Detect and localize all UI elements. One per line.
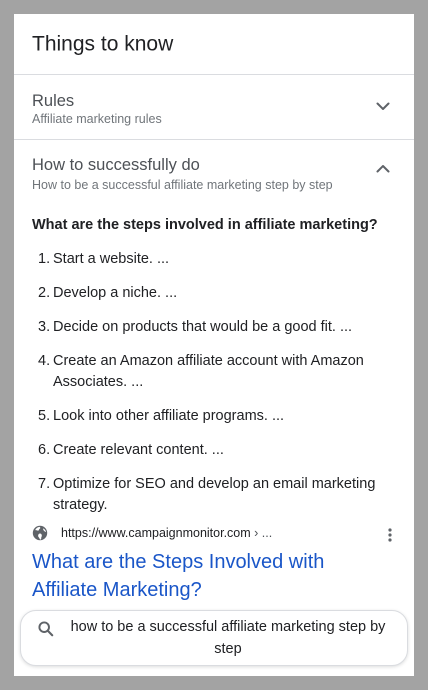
step-text: Develop a niche. ... xyxy=(53,285,178,301)
globe-icon xyxy=(32,525,48,541)
chevron-down-icon[interactable] xyxy=(374,97,392,115)
step-text: Decide on products that would be a good … xyxy=(53,319,353,335)
step-number: 1. xyxy=(38,251,51,267)
step-item: 4. Create an Amazon affiliate account wi… xyxy=(38,351,388,393)
step-number: 7. xyxy=(38,476,51,492)
accordion-item-how-to-successfully-do[interactable]: How to successfully do How to be a succe… xyxy=(14,140,414,200)
result-title-link[interactable]: What are the Steps Involved with Affilia… xyxy=(32,548,392,604)
step-text: Create relevant content. ... xyxy=(53,442,224,458)
step-item: 3. Decide on products that would be a go… xyxy=(38,317,388,338)
source-url[interactable]: https://www.campaignmonitor.com › ... xyxy=(61,527,272,540)
accordion-title: Rules xyxy=(32,92,75,110)
related-search-query: how to be a successful affiliate marketi… xyxy=(70,619,386,657)
step-text: Start a website. ... xyxy=(53,251,170,267)
source-domain: https://www.campaignmonitor.com xyxy=(61,525,251,540)
more-vert-icon[interactable] xyxy=(382,526,398,544)
section-title: Things to know xyxy=(32,32,174,56)
accordion-item-rules[interactable]: Rules Affiliate marketing rules xyxy=(14,74,414,139)
step-text: Look into other affiliate programs. ... xyxy=(53,408,285,424)
related-search-chip[interactable]: how to be a successful affiliate marketi… xyxy=(20,610,408,666)
search-icon xyxy=(38,621,54,637)
source-breadcrumb: › ... xyxy=(250,525,273,540)
step-text: Create an Amazon affiliate account with … xyxy=(53,353,364,390)
accordion-title: How to successfully do xyxy=(32,156,200,174)
things-to-know-card: Things to know Rules Affiliate marketing… xyxy=(14,14,414,676)
step-item: 6. Create relevant content. ... xyxy=(38,440,388,461)
step-item: 2. Develop a niche. ... xyxy=(38,283,388,304)
step-number: 2. xyxy=(38,285,51,301)
step-text: Optimize for SEO and develop an email ma… xyxy=(53,476,376,513)
step-number: 4. xyxy=(38,353,51,369)
answer-question: What are the steps involved in affiliate… xyxy=(32,217,378,233)
accordion-subtitle: How to be a successful affiliate marketi… xyxy=(32,178,333,192)
accordion-subtitle: Affiliate marketing rules xyxy=(32,112,162,126)
step-item: 7. Optimize for SEO and develop an email… xyxy=(38,474,388,516)
step-item: 5. Look into other affiliate programs. .… xyxy=(38,406,388,427)
chevron-up-icon[interactable] xyxy=(374,160,392,178)
step-number: 3. xyxy=(38,319,51,335)
step-number: 5. xyxy=(38,408,51,424)
step-number: 6. xyxy=(38,442,51,458)
step-item: 1. Start a website. ... xyxy=(38,249,388,270)
